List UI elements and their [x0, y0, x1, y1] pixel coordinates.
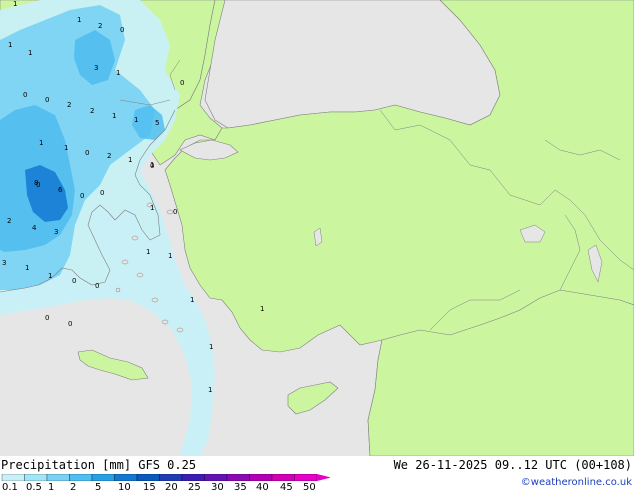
precip-value-label: 1: [112, 112, 116, 120]
precip-value-label: 0: [180, 79, 184, 87]
precip-value-label: 1: [260, 305, 264, 313]
map-canvas: 1 2 0 1 1 1 3 1 0 0 0 2 2 1 1 1 5 1 2 0 1 1 0 0 6 8 0 2 4 3 1 0 1 3 1 1 1 0 0 1…: [0, 0, 634, 456]
legend-swatch: [181, 474, 205, 481]
precip-value-label: 1: [25, 264, 29, 272]
precip-value-label: 0: [95, 282, 99, 290]
map-title: Precipitation [mm] GFS 0.25: [1, 458, 196, 472]
legend-tick-label: 50: [303, 482, 316, 493]
legend-swatch: [46, 474, 70, 481]
precip-value-label: 1: [168, 252, 172, 260]
legend-tick-label: 1: [48, 482, 55, 493]
legend-swatch: [249, 474, 273, 481]
precip-value-label: 2: [90, 107, 94, 115]
sea-black-sea: [204, 0, 501, 129]
precip-value-label: 1: [134, 116, 138, 124]
precip-value-label: 2: [67, 101, 71, 109]
legend-swatch: [271, 474, 295, 481]
precip-value-label: 0: [80, 192, 84, 200]
legend-swatch: [1, 474, 25, 481]
precip-value-label: 6: [58, 186, 63, 194]
precip-value-label: 3: [2, 259, 6, 267]
legend-overflow-arrow: [317, 474, 330, 481]
legend-tick-label: 15: [143, 482, 156, 493]
legend-swatch: [91, 474, 115, 481]
title-variable: Precipitation [mm]: [1, 458, 132, 472]
legend-tick-label: 10: [118, 482, 131, 493]
precip-value-label: 1: [150, 204, 154, 212]
legend-tick-label: 20: [165, 482, 178, 493]
precip-value-label: 2: [107, 152, 111, 160]
legend-color-bar: [1, 474, 330, 481]
precip-value-label: 0: [23, 91, 27, 99]
legend-tick-label: 5: [95, 482, 102, 493]
credit-link[interactable]: ©weatheronline.co.uk: [521, 477, 632, 488]
legend-tick-label: 35: [234, 482, 247, 493]
legend-swatch: [226, 474, 250, 481]
legend-swatch: [136, 474, 160, 481]
precip-value-label: 0: [72, 277, 76, 285]
legend-tick-label: 45: [280, 482, 293, 493]
precip-value-label: 1: [146, 248, 150, 256]
precip-value-label: 2: [7, 217, 11, 225]
legend-tick-label: 2: [70, 482, 77, 493]
precipitation-map: 1 2 0 1 1 1 3 1 0 0 0 2 2 1 1 1 5 1 2 0 1 1 0 0 6 8 0 2 4 3 1 0 1 3 1 1 1 0 0 1…: [0, 0, 634, 456]
legend-tick-label: 0.1: [2, 482, 18, 493]
precip-value-label: 1: [39, 139, 43, 147]
legend-swatch: [204, 474, 228, 481]
title-model: GFS 0.25: [138, 458, 197, 472]
valid-time: We 26-11-2025 09..12 UTC (00+108): [393, 458, 632, 472]
precip-value-label: 0: [45, 314, 49, 322]
precip-value-label: 4: [32, 224, 37, 232]
precip-value-label: 1: [13, 0, 17, 8]
precip-value-label: 5: [155, 119, 159, 127]
legend-tick-labels: 0.1 0.5 1 2 5 10 15 20 25 30 35 40 45 50: [0, 482, 340, 493]
precip-value-label: 0: [100, 189, 104, 197]
legend-tick-label: 0.5: [26, 482, 42, 493]
precip-value-label: 1: [116, 69, 120, 77]
precip-value-label: 1: [209, 343, 213, 351]
footer: Precipitation [mm] GFS 0.25 We 26-11-202…: [0, 456, 634, 493]
precip-value-label: 1: [190, 296, 194, 304]
precip-value-label: 1: [8, 41, 12, 49]
precip-value-label: 1: [28, 49, 32, 57]
precip-value-label: 8: [34, 179, 38, 187]
precip-value-label: 1: [77, 16, 81, 24]
precip-value-label: 0: [45, 96, 49, 104]
legend-tick-label: 40: [256, 482, 269, 493]
precip-value-label: 2: [98, 22, 102, 30]
legend-swatch: [69, 474, 93, 481]
precip-value-label: 0: [68, 320, 72, 328]
legend-swatch: [159, 474, 183, 481]
precip-value-label: 1: [128, 156, 132, 164]
precip-value-label: 3: [54, 228, 58, 236]
precip-value-label: 0: [120, 26, 124, 34]
precip-value-label: 1: [64, 144, 68, 152]
precip-value-label: 0: [173, 208, 177, 216]
legend-swatch: [114, 474, 138, 481]
legend-swatch: [294, 474, 318, 481]
precip-value-label: 3: [94, 64, 98, 72]
legend-tick-label: 25: [188, 482, 201, 493]
precip-value-label: 0: [85, 149, 89, 157]
precip-value-label: 0: [150, 162, 154, 170]
precip-value-label: 1: [48, 272, 52, 280]
precip-value-label: 1: [208, 386, 212, 394]
legend-tick-label: 30: [211, 482, 224, 493]
legend-swatch: [24, 474, 48, 481]
